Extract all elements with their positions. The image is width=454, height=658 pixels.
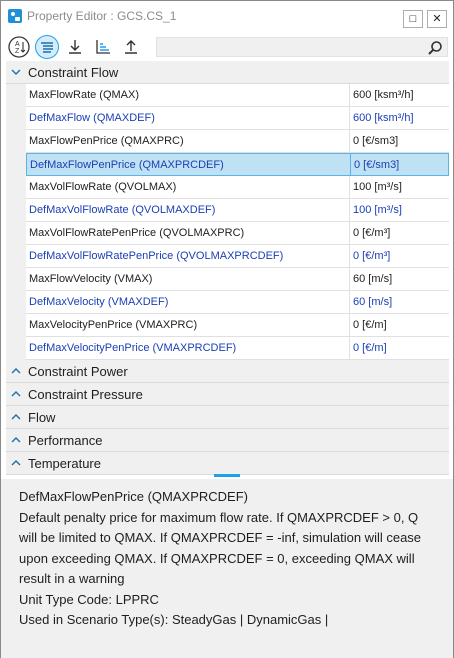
title-bar[interactable]: Property Editor : GCS.CS_1 □ ✕	[1, 1, 453, 31]
category-performance[interactable]: Performance	[6, 429, 449, 452]
description-pane: DefMaxFlowPenPrice (QMAXPRCDEF) Default …	[1, 479, 453, 658]
description-body: Default penalty price for maximum flow r…	[19, 509, 422, 587]
property-name: DefMaxFlow (QMAXDEF)	[26, 107, 350, 129]
sort-alpha-icon: A Z	[8, 36, 30, 58]
search-icon[interactable]	[427, 40, 443, 56]
category-label: Flow	[28, 409, 56, 425]
category-temperature[interactable]: Temperature	[6, 452, 449, 475]
property-name: MaxVolFlowRate (QVOLMAX)	[26, 176, 350, 198]
property-value[interactable]: 600 [ksm³/h]	[350, 107, 449, 129]
close-button[interactable]: ✕	[427, 10, 447, 28]
category-constraint-power[interactable]: Constraint Power	[6, 360, 449, 383]
category-constraint-pressure[interactable]: Constraint Pressure	[6, 383, 449, 406]
svg-text:A: A	[15, 41, 20, 48]
description-unit-type: Unit Type Code: LPPRC	[19, 591, 159, 607]
property-editor-window: Property Editor : GCS.CS_1 □ ✕ A Z Const…	[0, 0, 454, 658]
property-name: DefMaxVelocity (VMAXDEF)	[26, 291, 350, 313]
category-label: Constraint Pressure	[28, 386, 143, 402]
category-flow[interactable]: Flow	[6, 406, 449, 429]
property-value[interactable]: 60 [m/s]	[350, 268, 449, 290]
category-label: Constraint Power	[28, 363, 128, 379]
search-input[interactable]	[156, 37, 448, 57]
property-row[interactable]: MaxVolFlowRatePenPrice (QVOLMAXPRC) 0 [€…	[26, 222, 449, 245]
property-value[interactable]: 100 [m³/s]	[350, 176, 449, 198]
property-value[interactable]: 0 [€/m]	[350, 337, 449, 359]
property-name: MaxFlowRate (QMAX)	[26, 84, 350, 106]
category-label: Temperature	[28, 455, 101, 471]
sort-button[interactable]	[91, 35, 115, 59]
chevron-down-icon[interactable]	[6, 61, 26, 84]
property-row[interactable]: MaxVelocityPenPrice (VMAXPRC) 0 [€/m]	[26, 314, 449, 337]
chevron-up-icon[interactable]	[6, 452, 26, 475]
close-icon: ✕	[432, 12, 442, 25]
chevron-up-icon[interactable]	[6, 429, 26, 452]
property-row[interactable]: MaxFlowPenPrice (QMAXPRC) 0 [€/sm3]	[26, 130, 449, 153]
chevron-up-icon[interactable]	[6, 360, 26, 383]
sort-icon	[96, 40, 110, 54]
property-row[interactable]: DefMaxVelocityPenPrice (VMAXPRCDEF) 0 [€…	[26, 337, 449, 360]
property-name: DefMaxVelocityPenPrice (VMAXPRCDEF)	[26, 337, 350, 359]
property-value[interactable]: 0 [€/m³]	[350, 222, 449, 244]
property-value[interactable]: 600 [ksm³/h]	[350, 84, 449, 106]
property-row[interactable]: MaxFlowVelocity (VMAX) 60 [m/s]	[26, 268, 449, 291]
property-name: MaxFlowVelocity (VMAX)	[26, 268, 350, 290]
export-icon	[125, 40, 137, 54]
restore-icon: □	[409, 12, 417, 25]
description-title: DefMaxFlowPenPrice (QMAXPRCDEF)	[19, 489, 248, 504]
property-name: MaxVolFlowRatePenPrice (QVOLMAXPRC)	[26, 222, 350, 244]
property-row[interactable]: DefMaxVolFlowRatePenPrice (QVOLMAXPRCDEF…	[26, 245, 449, 268]
property-row[interactable]: DefMaxVelocity (VMAXDEF) 60 [m/s]	[26, 291, 449, 314]
property-value[interactable]: 0 [€/m³]	[350, 245, 449, 267]
property-row[interactable]: MaxFlowRate (QMAX) 600 [ksm³/h]	[26, 84, 449, 107]
property-name: DefMaxFlowPenPrice (QMAXPRCDEF)	[27, 154, 351, 175]
svg-text:Z: Z	[15, 48, 20, 55]
property-row[interactable]: MaxVolFlowRate (QVOLMAX) 100 [m³/s]	[26, 176, 449, 199]
property-name: MaxFlowPenPrice (QMAXPRC)	[26, 130, 350, 152]
app-icon	[8, 9, 22, 23]
property-grid: Constraint Flow MaxFlowRate (QMAX) 600 […	[6, 61, 449, 475]
category-label: Performance	[28, 432, 103, 448]
category-label: Constraint Flow	[28, 64, 119, 80]
description-scenarios: Used in Scenario Type(s): SteadyGas | Dy…	[19, 612, 329, 627]
chevron-up-icon[interactable]	[6, 406, 26, 429]
window-controls: □ ✕	[403, 10, 447, 28]
property-row[interactable]: DefMaxFlow (QMAXDEF) 600 [ksm³/h]	[26, 107, 449, 130]
categorized-view-button[interactable]	[35, 35, 59, 59]
property-value[interactable]: 60 [m/s]	[350, 291, 449, 313]
property-value[interactable]: 0 [€/sm3]	[350, 130, 449, 152]
window-title: Property Editor : GCS.CS_1	[27, 9, 177, 23]
property-value[interactable]: 100 [m³/s]	[350, 199, 449, 221]
splitter-grip[interactable]	[214, 474, 240, 477]
categorized-icon	[41, 42, 53, 53]
property-name: DefMaxVolFlowRatePenPrice (QVOLMAXPRCDEF…	[26, 245, 350, 267]
property-row-selected[interactable]: DefMaxFlowPenPrice (QMAXPRCDEF) 0 [€/sm3…	[26, 153, 449, 176]
export-button[interactable]	[119, 35, 143, 59]
property-value[interactable]: 0 [€/m]	[350, 314, 449, 336]
property-name: DefMaxVolFlowRate (QVOLMAXDEF)	[26, 199, 350, 221]
import-icon	[69, 40, 81, 54]
restore-button[interactable]: □	[403, 10, 423, 28]
property-name: MaxVelocityPenPrice (VMAXPRC)	[26, 314, 350, 336]
toolbar: A Z	[1, 33, 453, 61]
chevron-up-icon[interactable]	[6, 383, 26, 406]
sort-alphabetical-button[interactable]: A Z	[7, 35, 31, 59]
property-row[interactable]: DefMaxVolFlowRate (QVOLMAXDEF) 100 [m³/s…	[26, 199, 449, 222]
category-constraint-flow[interactable]: Constraint Flow	[6, 61, 449, 84]
property-rows: MaxFlowRate (QMAX) 600 [ksm³/h] DefMaxFl…	[6, 84, 449, 360]
import-button[interactable]	[63, 35, 87, 59]
property-value[interactable]: 0 [€/sm3]	[351, 154, 448, 175]
